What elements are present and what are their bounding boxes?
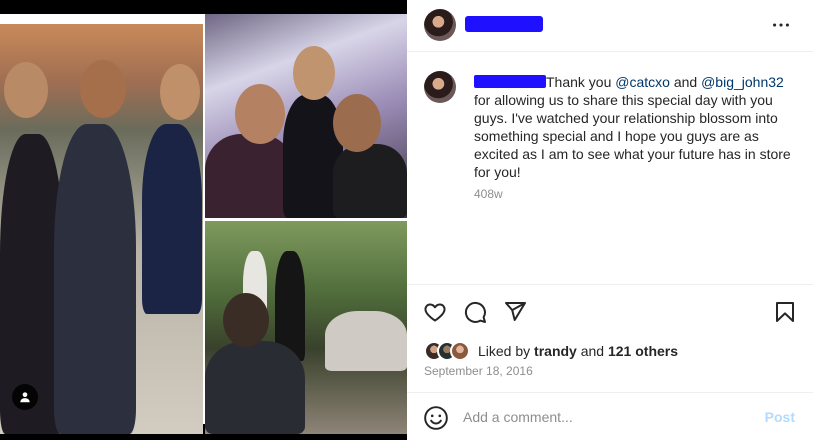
bookmark-icon <box>776 302 794 322</box>
mention-link-catcxo[interactable]: @catcxo <box>615 74 670 90</box>
caption-segment: Thank you <box>546 74 616 90</box>
figure-left <box>205 134 295 218</box>
author-avatar[interactable] <box>424 9 456 41</box>
photo-collage <box>0 14 407 434</box>
figure-woman-dress <box>142 124 202 314</box>
post-comment-button[interactable]: Post <box>765 409 795 425</box>
figure-head <box>160 64 200 120</box>
likes-middle: and <box>576 343 608 359</box>
caption-segment: for allowing us to share this special da… <box>474 92 791 180</box>
post-details-panel: Thank you @catcxo and @big_john32 for al… <box>407 0 813 440</box>
caption-author-avatar[interactable] <box>424 71 456 103</box>
figure-head <box>333 94 381 152</box>
caption-text: Thank you @catcxo and @big_john32 for al… <box>474 73 796 181</box>
post-media[interactable] <box>0 0 407 440</box>
comment-input[interactable] <box>463 407 743 427</box>
action-bar <box>407 296 813 328</box>
figure-head <box>4 62 48 118</box>
figure-head <box>223 293 269 347</box>
likes-text: Liked by trandy and 121 others <box>478 343 678 359</box>
emoji-icon <box>424 406 448 430</box>
share-icon <box>505 302 526 321</box>
comment-icon <box>464 301 486 323</box>
more-options-button[interactable] <box>769 15 793 35</box>
caption-segment: and <box>669 74 702 90</box>
more-horizontal-icon <box>773 23 789 27</box>
liker-username-link[interactable]: trandy <box>534 343 577 359</box>
comment-button[interactable] <box>463 300 489 326</box>
tagged-users-button[interactable] <box>12 384 38 410</box>
comment-bar: Post <box>407 392 813 440</box>
figure-head <box>235 84 285 144</box>
figure-right <box>333 144 407 218</box>
caption-timestamp[interactable]: 408w <box>474 187 503 201</box>
post-date[interactable]: September 18, 2016 <box>424 364 533 378</box>
liker-avatars <box>424 341 476 361</box>
redacted-username <box>465 16 543 32</box>
emoji-button[interactable] <box>423 405 449 431</box>
figure-head <box>293 46 335 100</box>
photo-wedding-aisle <box>205 221 407 434</box>
user-icon <box>20 392 30 403</box>
photo-three-friends <box>0 24 203 434</box>
figure-center-man <box>54 124 136 434</box>
post-header <box>407 0 813 52</box>
figure-head <box>80 60 126 118</box>
redacted-username <box>474 75 546 88</box>
likes-summary: Liked by trandy and 121 others <box>424 340 804 362</box>
save-button[interactable] <box>773 300 799 326</box>
mention-link-big-john32[interactable]: @big_john32 <box>701 74 784 90</box>
like-button[interactable] <box>423 300 449 326</box>
liker-avatar[interactable] <box>450 341 470 361</box>
guest-chairs <box>325 311 407 371</box>
share-button[interactable] <box>503 300 529 326</box>
likes-others-link[interactable]: 121 others <box>608 343 678 359</box>
likes-prefix: Liked by <box>478 343 535 359</box>
figure-photographer <box>205 341 305 434</box>
photo-wedding-selfie <box>205 14 407 218</box>
heart-icon <box>424 303 446 322</box>
caption-section: Thank you @catcxo and @big_john32 for al… <box>407 53 813 285</box>
